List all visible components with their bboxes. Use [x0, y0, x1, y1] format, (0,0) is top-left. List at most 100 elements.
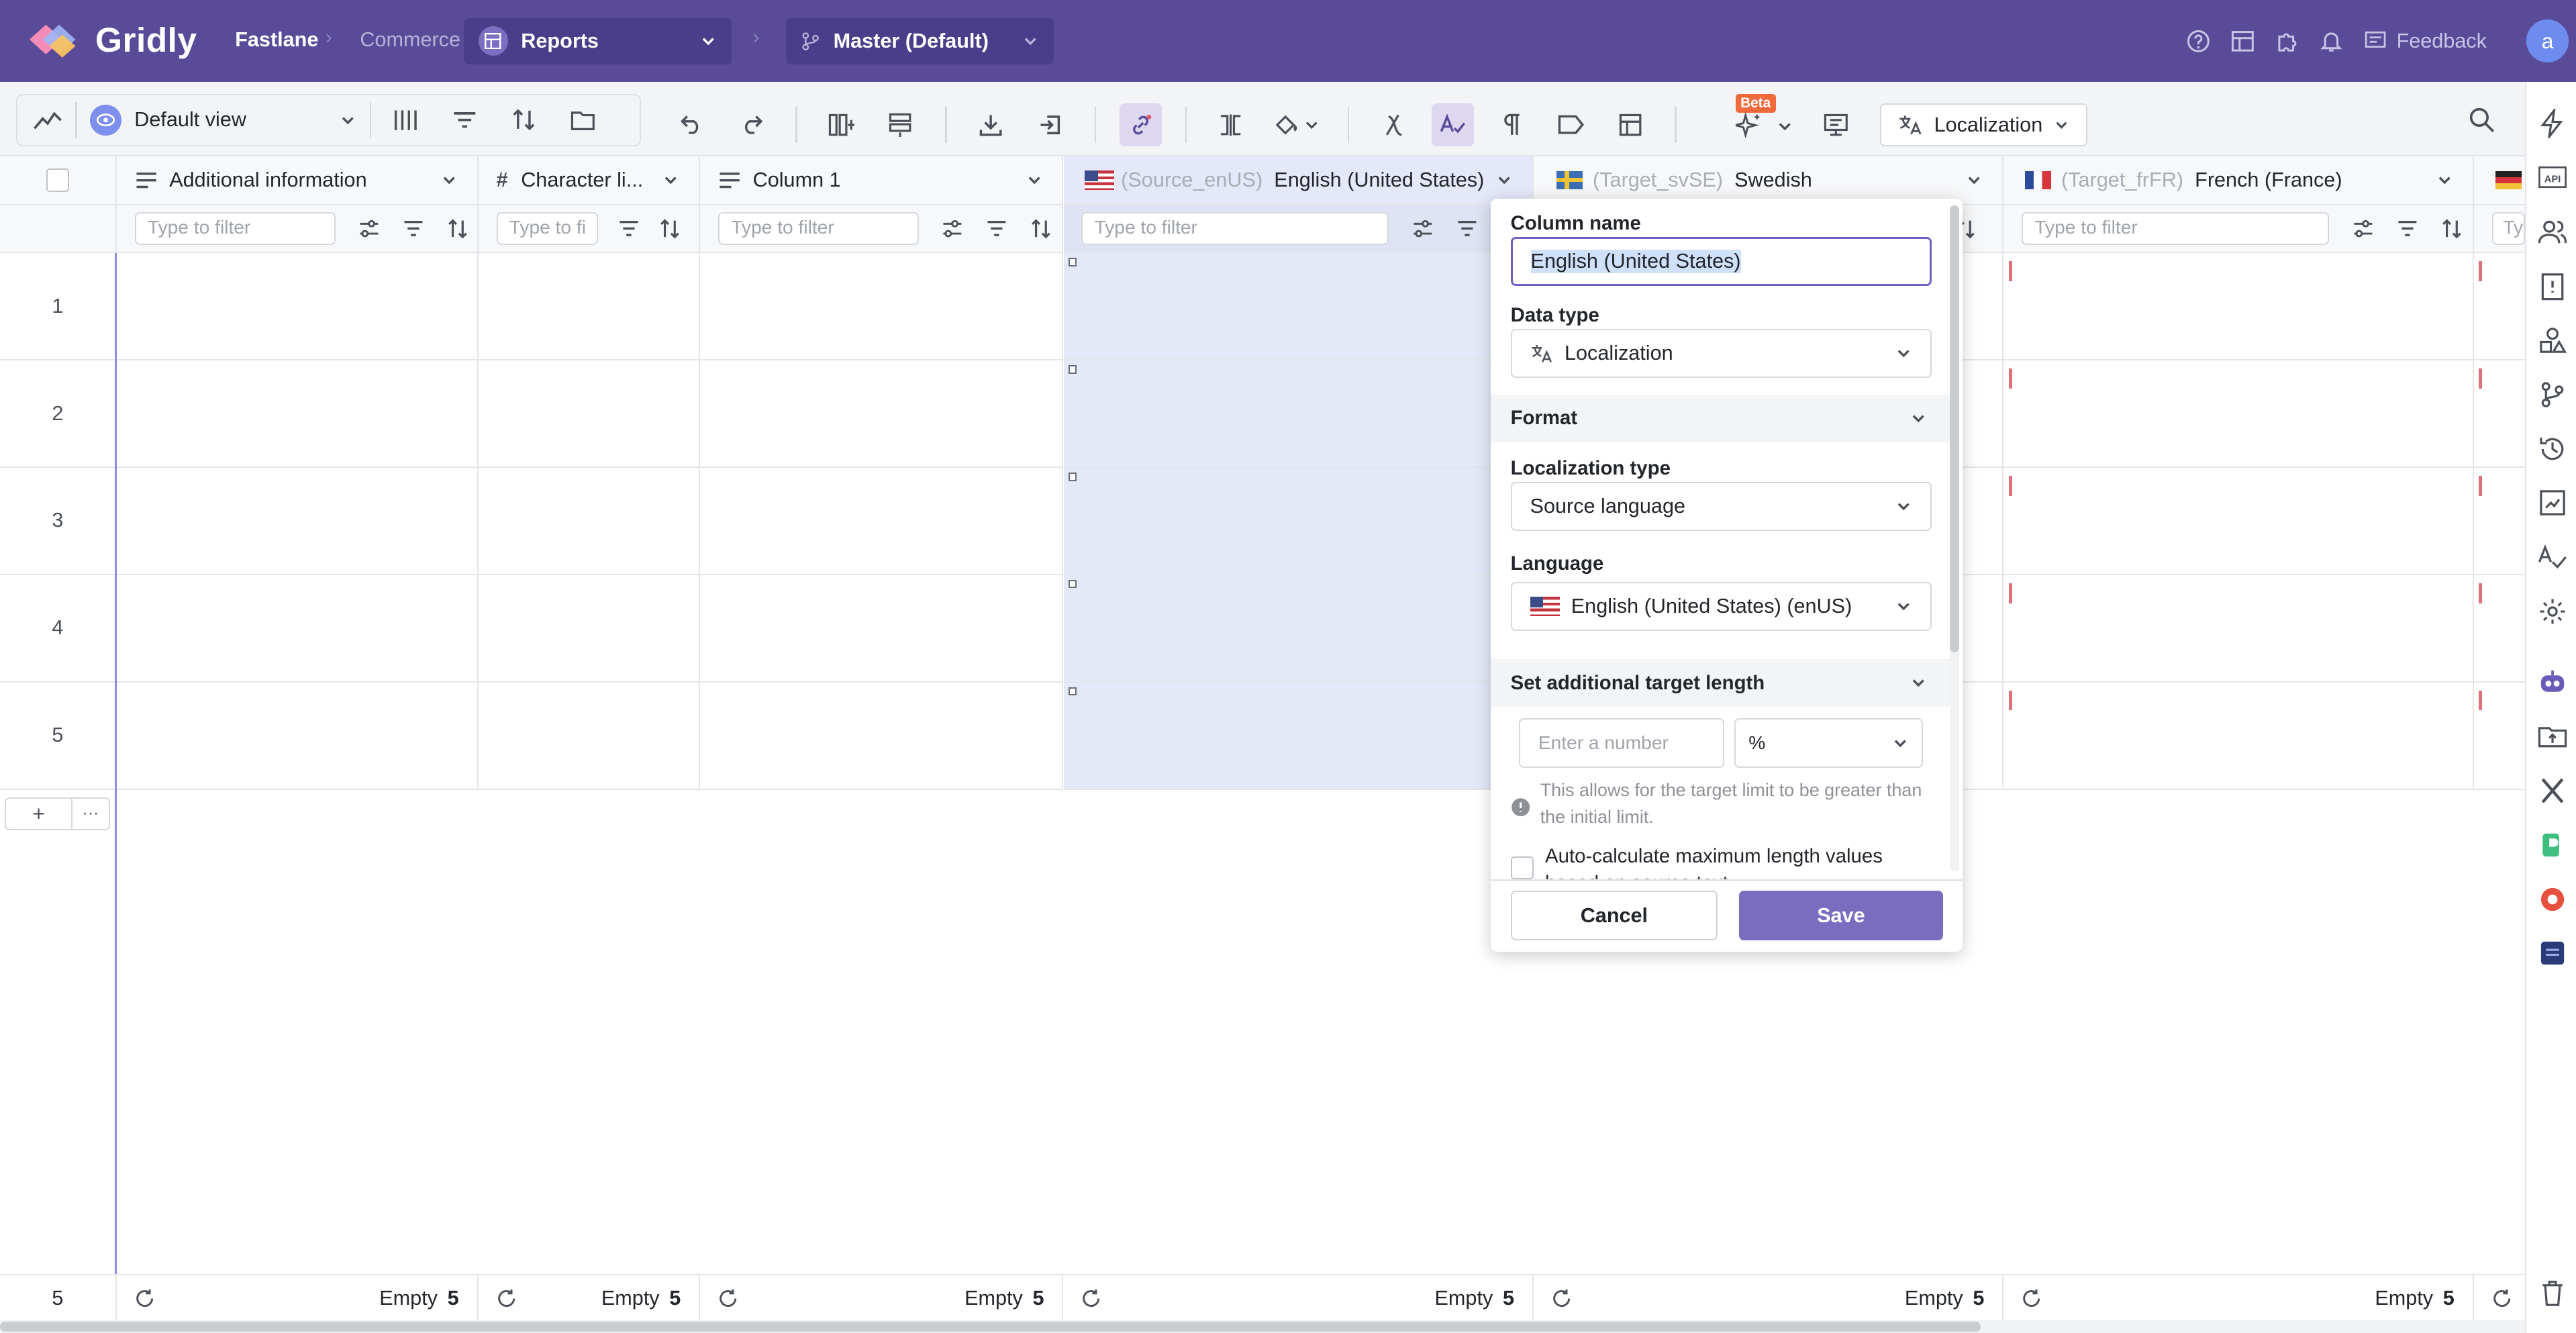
- chevron-down-icon[interactable]: [441, 172, 457, 188]
- presentation-icon[interactable]: [1814, 103, 1857, 146]
- column-header[interactable]: (Target_svSE) Swedish: [1533, 156, 2004, 206]
- grid-cell[interactable]: [2003, 253, 2474, 361]
- grid-cell[interactable]: [1063, 360, 1534, 468]
- localization-selector[interactable]: Localization: [1880, 103, 2087, 146]
- pilcrow-icon[interactable]: [1491, 103, 1534, 146]
- grid-cell[interactable]: [116, 682, 479, 790]
- fill-handle[interactable]: [1068, 687, 1077, 696]
- spellcheck-icon[interactable]: [1431, 103, 1475, 146]
- history-icon[interactable]: [2538, 434, 2567, 464]
- add-row-icon[interactable]: [879, 103, 922, 146]
- breadcrumb-database[interactable]: Commerce: [360, 28, 460, 52]
- grid-cell[interactable]: [478, 360, 701, 468]
- filter-input[interactable]: Ty: [2491, 212, 2525, 246]
- report-icon[interactable]: [2538, 488, 2567, 517]
- download-icon[interactable]: [970, 103, 1013, 146]
- popover-scrollbar[interactable]: [1949, 205, 1960, 871]
- phrase-icon[interactable]: [2538, 830, 2567, 860]
- grid-cell[interactable]: [478, 575, 701, 683]
- target-length-section-header[interactable]: Set additional target length: [1491, 659, 1950, 707]
- refresh-icon[interactable]: [497, 1289, 516, 1308]
- horizontal-scrollbar[interactable]: [0, 1320, 2525, 1333]
- filter-options-icon[interactable]: [942, 219, 963, 238]
- grid-cell[interactable]: [116, 253, 479, 361]
- sort-icon[interactable]: [503, 99, 546, 142]
- column-name-input[interactable]: English (United States): [1510, 236, 1932, 287]
- folder-icon[interactable]: [562, 99, 605, 142]
- grid-cell[interactable]: [478, 682, 701, 790]
- refresh-icon[interactable]: [135, 1289, 154, 1308]
- clipboard-icon[interactable]: [2538, 271, 2567, 301]
- ai-assist-button[interactable]: Beta: [1699, 93, 1798, 146]
- grid-cell[interactable]: [478, 253, 701, 361]
- filter-input[interactable]: Type to filter: [134, 212, 336, 246]
- undo-icon[interactable]: [671, 103, 713, 146]
- import-icon[interactable]: [1029, 103, 1072, 146]
- filter-input[interactable]: Type to filter: [1081, 212, 1389, 246]
- filter-icon[interactable]: [986, 219, 1007, 238]
- filter-options-icon[interactable]: [2352, 219, 2374, 238]
- fill-handle[interactable]: [1068, 473, 1077, 481]
- format-section-header[interactable]: Format: [1491, 394, 1950, 442]
- dependency-link-icon[interactable]: [1119, 103, 1162, 146]
- folder-upload-icon[interactable]: [2538, 722, 2567, 751]
- trash-icon[interactable]: [2538, 1279, 2567, 1308]
- view-selector[interactable]: Default view: [83, 99, 362, 142]
- refresh-icon[interactable]: [1081, 1289, 1101, 1308]
- layout-icon[interactable]: [2230, 29, 2255, 54]
- fill-color-icon[interactable]: [1269, 103, 1324, 146]
- add-row-button[interactable]: +: [5, 797, 72, 830]
- fill-handle[interactable]: [1068, 365, 1077, 374]
- fill-handle[interactable]: [1068, 580, 1077, 589]
- chevron-down-icon[interactable]: [1026, 172, 1042, 188]
- target-length-number-input[interactable]: Enter a number: [1518, 718, 1724, 768]
- filter-options-icon[interactable]: [358, 219, 380, 238]
- table-icon[interactable]: [1609, 103, 1652, 146]
- select-all-checkbox[interactable]: [46, 168, 70, 192]
- formula-icon[interactable]: [1373, 103, 1416, 146]
- grid-cell[interactable]: [2003, 360, 2474, 468]
- grid-cell[interactable]: [700, 682, 1064, 790]
- fill-handle[interactable]: [1068, 258, 1077, 266]
- scrollbar-thumb[interactable]: [1949, 205, 1960, 653]
- redo-icon[interactable]: [730, 103, 773, 146]
- refresh-icon[interactable]: [1552, 1289, 1571, 1308]
- add-column-icon[interactable]: [820, 103, 863, 146]
- filter-icon[interactable]: [403, 219, 424, 238]
- grid-cell[interactable]: [1063, 682, 1534, 790]
- filter-icon[interactable]: [618, 219, 640, 238]
- chevron-down-icon[interactable]: [2436, 172, 2453, 188]
- sort-icon[interactable]: [1030, 218, 1052, 240]
- autocalc-checkbox[interactable]: [1510, 856, 1534, 880]
- language-select[interactable]: English (United States) (enUS): [1510, 581, 1932, 632]
- lokalise-icon[interactable]: [2538, 885, 2567, 914]
- filter-icon[interactable]: [444, 99, 487, 142]
- spellcheck-icon[interactable]: [2538, 542, 2567, 572]
- lightning-icon[interactable]: [2538, 108, 2567, 138]
- grid-cell[interactable]: [116, 467, 479, 575]
- chevron-down-icon[interactable]: [1966, 172, 1982, 188]
- sort-icon[interactable]: [2441, 218, 2463, 240]
- filter-icon[interactable]: [2397, 219, 2418, 238]
- more-options-button[interactable]: ···: [72, 797, 111, 830]
- robot-icon[interactable]: [2538, 667, 2567, 697]
- grid-cell[interactable]: [700, 575, 1064, 683]
- feedback-button[interactable]: Feedback: [2364, 30, 2487, 53]
- column-header-selected[interactable]: (Source_enUS) English (United States): [1063, 156, 1534, 206]
- users-icon[interactable]: [2538, 217, 2567, 246]
- help-icon[interactable]: [2186, 29, 2211, 54]
- avatar[interactable]: a: [2526, 19, 2569, 63]
- grid-selector[interactable]: Reports: [463, 17, 732, 64]
- chevron-down-icon[interactable]: [1496, 172, 1512, 188]
- scrollbar-thumb[interactable]: [0, 1321, 1981, 1332]
- grid-cell[interactable]: [700, 467, 1064, 575]
- grid-cell[interactable]: [1063, 253, 1534, 361]
- refresh-icon[interactable]: [718, 1289, 738, 1308]
- localization-type-select[interactable]: Source language: [1510, 481, 1932, 532]
- refresh-icon[interactable]: [2492, 1289, 2512, 1308]
- column-header[interactable]: [2473, 156, 2525, 206]
- api-icon[interactable]: API: [2538, 162, 2567, 192]
- column-header[interactable]: # Character li...: [478, 156, 701, 206]
- save-button[interactable]: Save: [1739, 891, 1943, 940]
- shapes-icon[interactable]: [2538, 326, 2567, 355]
